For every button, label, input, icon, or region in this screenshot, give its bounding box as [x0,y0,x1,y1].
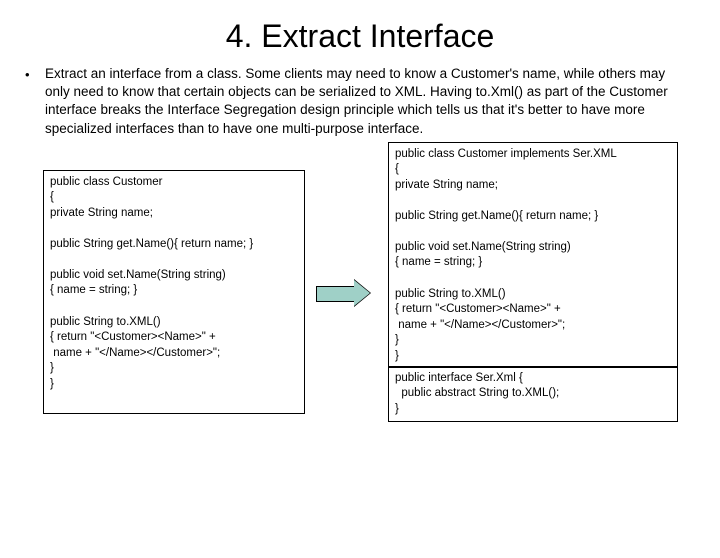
bullet-paragraph: • Extract an interface from a class. Som… [0,65,720,138]
slide-title: 4. Extract Interface [0,18,720,55]
bullet-marker: • [25,65,45,138]
right-code-box-interface: public interface Ser.Xml { public abstra… [388,366,678,422]
left-code-box: public class Customer { private String n… [43,170,305,414]
arrow-icon [316,282,370,304]
description-text: Extract an interface from a class. Some … [45,65,690,138]
right-code-box-class: public class Customer implements Ser.XML… [388,142,678,368]
